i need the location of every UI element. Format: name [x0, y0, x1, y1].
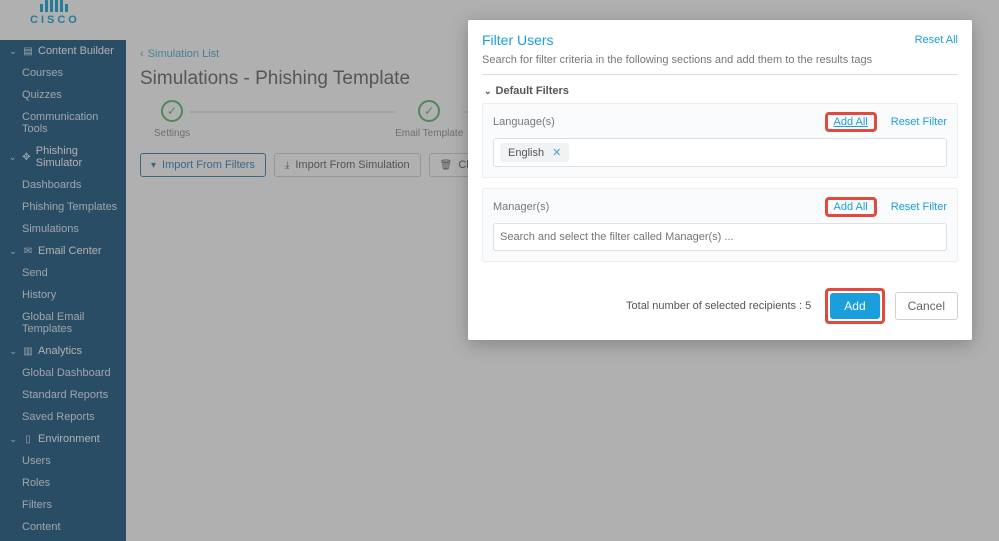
default-filters-toggle[interactable]: ⌄ Default Filters	[482, 75, 958, 103]
modal-header: Filter Users Reset All	[482, 32, 958, 48]
manager-search-input[interactable]	[500, 231, 940, 243]
manager-reset-filter-link[interactable]: Reset Filter	[891, 201, 947, 213]
chip-remove-icon[interactable]: ✕	[552, 146, 561, 159]
chip-label: English	[508, 147, 544, 159]
language-add-all-link[interactable]: Add All	[834, 116, 868, 128]
filter-head: Language(s) Add All Reset Filter	[493, 112, 947, 132]
modal-subtitle: Search for filter criteria in the follow…	[482, 48, 958, 75]
reset-all-link[interactable]: Reset All	[915, 34, 958, 46]
filter-label: Manager(s)	[493, 201, 549, 213]
filter-label: Language(s)	[493, 116, 555, 128]
manager-filter-block: Manager(s) Add All Reset Filter	[482, 188, 958, 262]
modal-title: Filter Users	[482, 32, 554, 48]
language-chip-english: English ✕	[500, 143, 569, 162]
highlight-box: Add All	[825, 197, 877, 217]
language-filter-block: Language(s) Add All Reset Filter English…	[482, 103, 958, 178]
chevron-down-icon: ⌄	[484, 86, 492, 97]
manager-add-all-link[interactable]: Add All	[834, 201, 868, 213]
manager-filter-body	[493, 223, 947, 251]
language-filter-input[interactable]: English ✕	[493, 138, 947, 167]
highlight-box: Add	[825, 288, 884, 324]
add-button[interactable]: Add	[830, 293, 879, 319]
total-recipients-label: Total number of selected recipients : 5	[626, 300, 811, 312]
cancel-button[interactable]: Cancel	[895, 292, 958, 320]
filter-users-modal: Filter Users Reset All Search for filter…	[468, 20, 972, 340]
language-reset-filter-link[interactable]: Reset Filter	[891, 116, 947, 128]
filter-head: Manager(s) Add All Reset Filter	[493, 197, 947, 217]
section-label: Default Filters	[496, 85, 569, 97]
highlight-box: Add All	[825, 112, 877, 132]
modal-footer: Total number of selected recipients : 5 …	[482, 288, 958, 324]
